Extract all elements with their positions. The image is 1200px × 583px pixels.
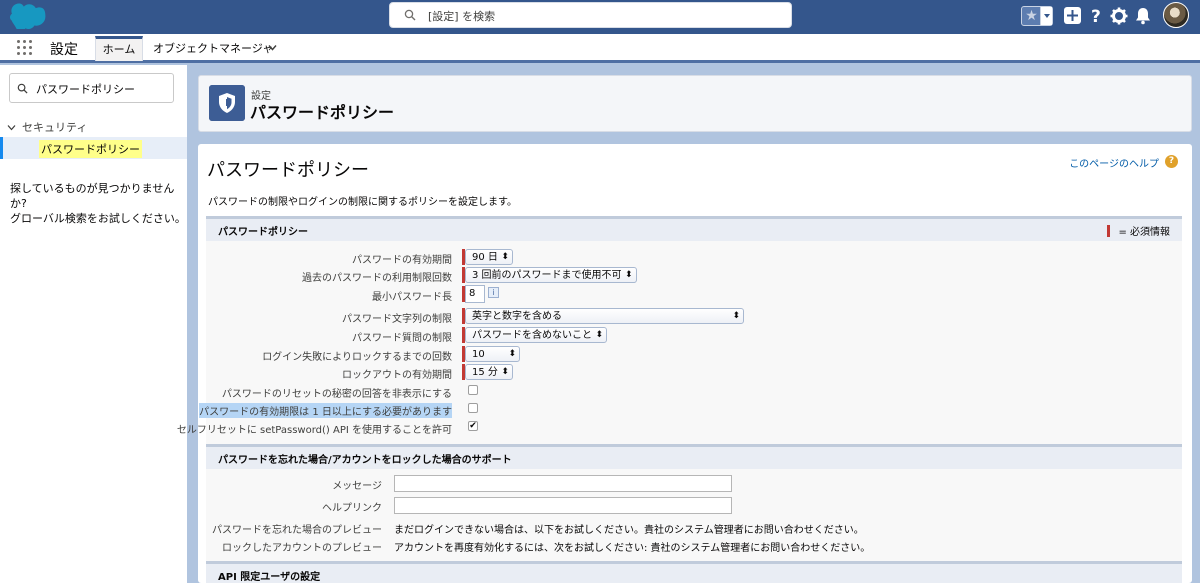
password-policy-section: パスワードポリシー = 必須情報 パスワードの有効期間 90 日 過去のパスワー… bbox=[177, 216, 1182, 444]
star-icon: ★ bbox=[1025, 8, 1038, 24]
field-label: ロックしたアカウントのプレビュー bbox=[222, 543, 382, 554]
context-bar: 設定 ホーム オブジェクトマネージャ bbox=[0, 34, 1200, 63]
info-icon[interactable]: i bbox=[488, 287, 499, 298]
app-name: 設定 bbox=[50, 42, 78, 58]
quick-find-value: パスワードポリシー bbox=[36, 83, 135, 96]
setup-sidebar: パスワードポリシー セキュリティ パスワードポリシー 探しているものが見つかりま… bbox=[0, 65, 187, 583]
field-row: パスワード文字列の制限 英字と数字を含める bbox=[206, 308, 1182, 326]
required-legend-text: = 必須情報 bbox=[1118, 227, 1170, 238]
field-row: 最小パスワード長 8i bbox=[206, 285, 1182, 304]
not-found-note: 探しているものが見つかりませんか? グローバル検索をお試しください。 bbox=[10, 181, 187, 226]
field-label: パスワードを忘れた場合のプレビュー bbox=[212, 525, 382, 536]
field-row: ログイン失敗によりロックするまでの回数 10 bbox=[206, 346, 1182, 364]
section-header: API 限定ユーザの設定 bbox=[206, 564, 1182, 583]
search-placeholder: [設定] を検索 bbox=[428, 10, 496, 23]
field-label: パスワードの有効期間 bbox=[352, 255, 452, 266]
salesforce-logo-icon[interactable] bbox=[10, 3, 46, 29]
help-link-input[interactable] bbox=[394, 497, 732, 514]
field-label: 最小パスワード長 bbox=[372, 292, 452, 303]
checkbox-row: パスワードのリセットの秘密の回答を非表示にする bbox=[206, 383, 1182, 401]
section-header: パスワードポリシー = 必須情報 bbox=[206, 219, 1182, 241]
not-found-note-line1: 探しているものが見つかりませんか? bbox=[10, 182, 175, 210]
section-title: API 限定ユーザの設定 bbox=[218, 572, 321, 583]
checkbox-label: セルフリセットに setPassword() API を使用することを許可 bbox=[176, 425, 452, 436]
main-content: パスワードポリシー このページのヘルプ ? パスワードの制限やログインの制限に関… bbox=[177, 144, 1192, 583]
user-avatar[interactable] bbox=[1163, 2, 1189, 28]
tab-object-manager[interactable]: オブジェクトマネージャ bbox=[153, 40, 273, 56]
shield-icon bbox=[209, 85, 245, 121]
section-header: パスワードを忘れた場合/アカウントをロックした場合のサポート bbox=[206, 447, 1182, 469]
favorites-dropdown-icon[interactable] bbox=[1040, 7, 1052, 25]
quick-find-input[interactable]: パスワードポリシー bbox=[9, 73, 174, 103]
field-label: パスワード文字列の制限 bbox=[342, 314, 452, 325]
checkbox-row: セルフリセットに setPassword() API を使用することを許可 ✔ bbox=[177, 419, 1182, 437]
notifications-bell-icon[interactable] bbox=[1133, 6, 1153, 26]
field-label: パスワード質問の制限 bbox=[352, 333, 452, 344]
max-login-attempts-select[interactable]: 10 bbox=[465, 346, 520, 362]
app-launcher-icon[interactable] bbox=[17, 40, 33, 56]
tab-home[interactable]: ホーム bbox=[95, 36, 143, 61]
description: パスワードの制限やログインの制限に関するポリシーを設定します。 bbox=[208, 197, 517, 208]
search-icon bbox=[17, 83, 28, 94]
help-icon[interactable]: ? bbox=[1087, 6, 1107, 26]
api-only-user-section: API 限定ユーザの設定 bbox=[206, 561, 1182, 583]
chevron-down-icon[interactable] bbox=[268, 43, 277, 52]
field-row: 過去のパスワードの利用制限回数 3 回前のパスワードまで使用不可 bbox=[206, 267, 1182, 285]
password-complexity-select[interactable]: 英字と数字を含める bbox=[465, 308, 744, 324]
field-label: ヘルプリンク bbox=[322, 503, 382, 514]
gear-icon[interactable] bbox=[1109, 6, 1129, 26]
checkbox-label: パスワードの有効期限は 1 日以上にする必要があります bbox=[199, 403, 452, 418]
tree-item-password-policies[interactable]: パスワードポリシー bbox=[0, 137, 187, 159]
field-label: 過去のパスワードの利用制限回数 bbox=[302, 273, 452, 284]
field-row: ヘルプリンク bbox=[206, 497, 1182, 515]
section-title: パスワードポリシー bbox=[218, 227, 308, 238]
help-link[interactable]: このページのヘルプ bbox=[1069, 155, 1159, 170]
global-search-input[interactable]: [設定] を検索 bbox=[389, 2, 792, 28]
password-expiration-select[interactable]: 90 日 bbox=[465, 249, 513, 265]
not-found-note-line2: グローバル検索をお試しください。 bbox=[10, 212, 186, 225]
page-header: 設定 パスワードポリシー bbox=[198, 75, 1192, 132]
add-icon[interactable] bbox=[1063, 6, 1083, 26]
tree-item-security-label: セキュリティ bbox=[22, 121, 88, 134]
page-title: パスワードポリシー bbox=[250, 103, 395, 122]
tree-item-password-policies-label: パスワードポリシー bbox=[39, 140, 142, 158]
hide-secret-answer-checkbox[interactable] bbox=[468, 385, 478, 395]
favorites-button[interactable]: ★ bbox=[1021, 6, 1053, 26]
lockout-period-select[interactable]: 15 分 bbox=[465, 364, 513, 380]
field-row: パスワードを忘れた場合のプレビュー まだログインできない場合は、以下をお試しくだ… bbox=[206, 519, 1182, 537]
forgot-password-preview: まだログインできない場合は、以下をお試しください。貴社のシステム管理者にお問い合… bbox=[394, 525, 864, 536]
section-title: パスワードを忘れた場合/アカウントをロックした場合のサポート bbox=[218, 455, 512, 466]
tree-item-security[interactable]: セキュリティ bbox=[7, 119, 87, 135]
search-icon bbox=[404, 9, 416, 21]
content-title: パスワードポリシー bbox=[207, 160, 369, 181]
field-row: メッセージ bbox=[206, 475, 1182, 493]
checkbox-row: パスワードの有効期限は 1 日以上にする必要があります bbox=[199, 401, 1182, 419]
message-input[interactable] bbox=[394, 475, 732, 492]
field-row: パスワード質問の制限 パスワードを含めないこと bbox=[206, 327, 1182, 345]
forgot-password-section: パスワードを忘れた場合/アカウントをロックした場合のサポート メッセージ ヘルプ… bbox=[206, 444, 1182, 561]
field-label: ログイン失敗によりロックするまでの回数 bbox=[262, 352, 452, 363]
required-legend: = 必須情報 bbox=[1107, 223, 1170, 238]
global-header: [設定] を検索 ★ ? bbox=[0, 0, 1200, 34]
help-question-icon[interactable]: ? bbox=[1165, 155, 1178, 168]
chevron-down-icon[interactable] bbox=[7, 123, 16, 132]
required-marker-icon bbox=[1107, 225, 1111, 237]
field-label: メッセージ bbox=[332, 481, 382, 492]
min-password-length-input[interactable]: 8 bbox=[465, 285, 485, 303]
checkbox-label: パスワードのリセットの秘密の回答を非表示にする bbox=[221, 389, 452, 400]
locked-account-preview: アカウントを再度有効化するには、次をお試しください: 貴社のシステム管理者にお問… bbox=[394, 543, 871, 554]
password-history-select[interactable]: 3 回前のパスワードまで使用不可 bbox=[465, 267, 637, 283]
svg-text:?: ? bbox=[1091, 7, 1101, 26]
field-label: ロックアウトの有効期間 bbox=[342, 370, 452, 381]
allow-setpassword-checkbox[interactable]: ✔ bbox=[468, 421, 478, 431]
min-one-day-lifetime-checkbox[interactable] bbox=[468, 403, 478, 413]
field-row: ロックアウトの有効期間 15 分 bbox=[206, 364, 1182, 382]
field-row: パスワードの有効期間 90 日 bbox=[206, 249, 1182, 267]
password-question-select[interactable]: パスワードを含めないこと bbox=[465, 327, 607, 343]
field-row: ロックしたアカウントのプレビュー アカウントを再度有効化するには、次をお試しくだ… bbox=[206, 537, 1182, 555]
